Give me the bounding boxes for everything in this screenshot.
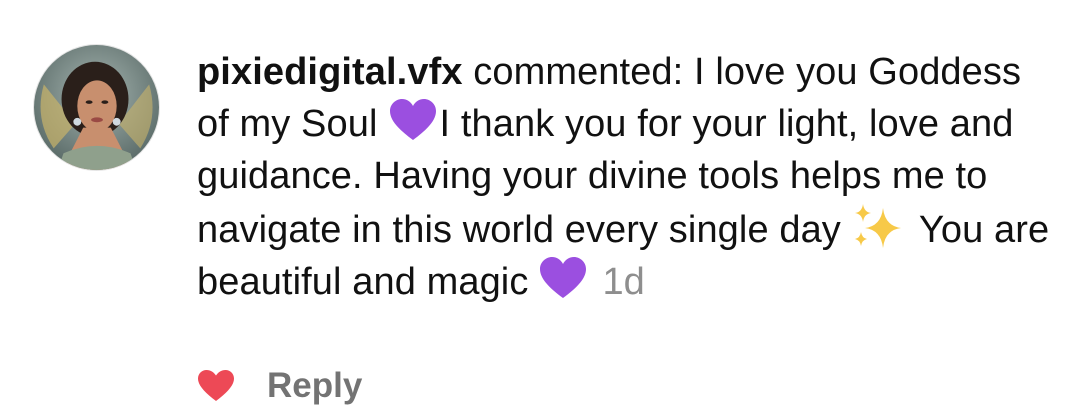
comment-action-text: commented:: [473, 51, 684, 93]
purple-heart-icon: [388, 98, 438, 142]
avatar[interactable]: [33, 44, 160, 171]
purple-heart-icon: [538, 256, 588, 300]
comment-body: pixiedigital.vfx commented: I love you G…: [197, 46, 1057, 308]
red-heart-icon[interactable]: [197, 369, 235, 403]
sparkles-icon: [849, 202, 905, 252]
avatar-image: [34, 45, 159, 170]
comment-actions: Reply: [197, 362, 362, 410]
comment-timestamp[interactable]: 1d: [602, 261, 644, 303]
comment-username[interactable]: pixiedigital.vfx: [197, 51, 463, 93]
reply-button[interactable]: Reply: [267, 366, 362, 406]
